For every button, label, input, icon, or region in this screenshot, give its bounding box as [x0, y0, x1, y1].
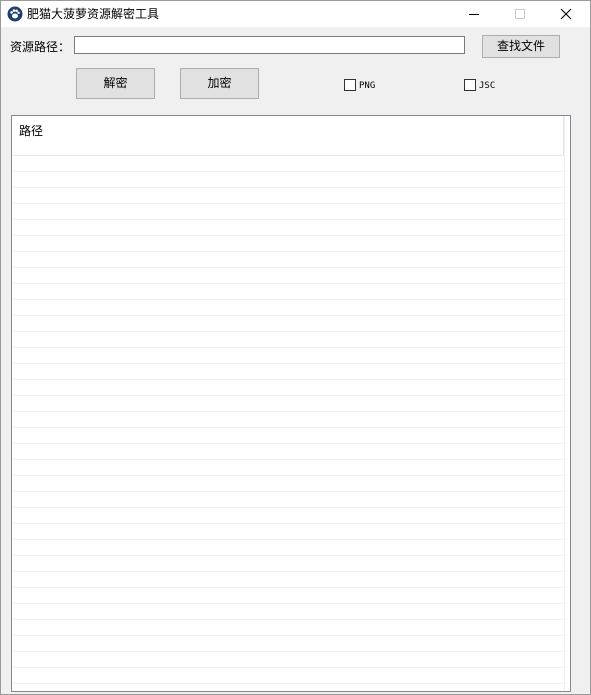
- resource-path-input[interactable]: [74, 36, 465, 54]
- decrypt-button[interactable]: 解密: [76, 68, 155, 99]
- list-divider: [564, 116, 565, 691]
- png-checkbox[interactable]: [344, 79, 356, 91]
- window-title: 肥猫大菠萝资源解密工具: [27, 7, 160, 21]
- list-rows[interactable]: [12, 156, 564, 691]
- app-window: 肥猫大菠萝资源解密工具 资源路径： 查找文件 解密 加密 PNG JSC 路径: [0, 0, 591, 695]
- jsc-checkbox-label[interactable]: JSC: [479, 79, 495, 93]
- paw-icon: [7, 6, 23, 22]
- file-list[interactable]: 路径: [11, 115, 571, 692]
- jsc-checkbox[interactable]: [464, 79, 476, 91]
- maximize-button[interactable]: [497, 1, 543, 27]
- maximize-icon: [515, 9, 525, 19]
- close-button[interactable]: [543, 1, 589, 27]
- close-icon: [560, 8, 572, 20]
- png-checkbox-label[interactable]: PNG: [359, 79, 375, 93]
- minimize-icon: [469, 14, 479, 15]
- encrypt-button[interactable]: 加密: [180, 68, 259, 99]
- resource-path-label: 资源路径：: [10, 40, 71, 54]
- browse-file-button[interactable]: 查找文件: [482, 35, 560, 58]
- title-bar[interactable]: 肥猫大菠萝资源解密工具: [1, 1, 590, 27]
- column-header-label: 路径: [19, 124, 44, 138]
- minimize-button[interactable]: [451, 1, 497, 27]
- column-header-path[interactable]: 路径: [12, 116, 564, 156]
